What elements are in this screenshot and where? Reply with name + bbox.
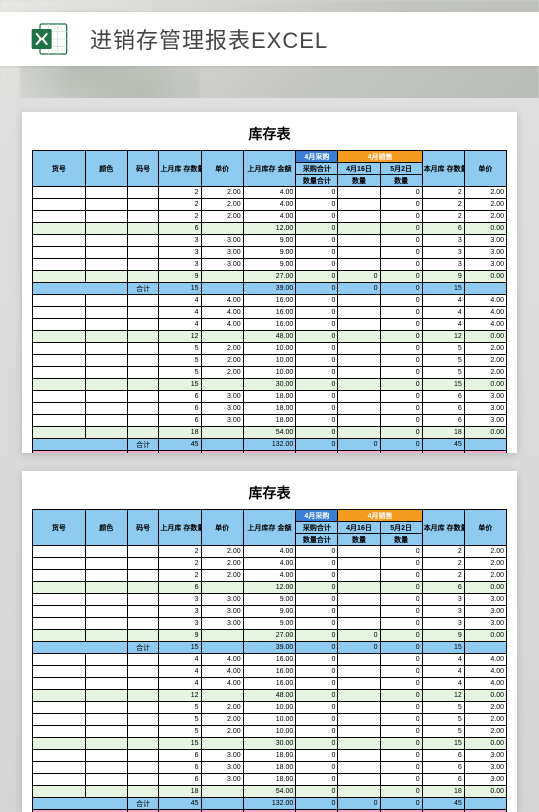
subtotal-row: 合计 1539.00 000 15 [33,283,507,295]
table-row: 52.0010.00 00 52.00 [33,726,507,738]
col-sale-month: 4月销售 [338,510,422,522]
table-row: 612.00 00 60.00 [33,223,507,235]
table-row: 44.0016.00 00 44.00 [33,654,507,666]
table-row: 22.004.00 00 22.00 [33,187,507,199]
col-sub-qty-2: 数量 [380,534,422,546]
col-price: 单价 [201,510,243,546]
table-row: 63.0018.00 00 63.00 [33,415,507,427]
col-yanse: 颜色 [85,151,127,187]
table-row: 52.0010.00 00 52.00 [33,355,507,367]
sheet-title: 库存表 [32,120,507,150]
table-row: 63.0018.00 00 63.00 [33,403,507,415]
col-sub-qty-2: 数量 [380,175,422,187]
col-mahao: 码号 [127,510,159,546]
table-row: 927.00 000 90.00 [33,630,507,642]
table-row: 1530.00 00 150.00 [33,738,507,750]
subtotal-row: 合计 1539.00 000 15 [33,642,507,654]
table-row: 44.0016.00 00 44.00 [33,666,507,678]
page-title: 进销存管理报表EXCEL [90,23,328,55]
table-row: 33.009.00 00 33.00 [33,247,507,259]
inventory-table: 货号 颜色 码号 上月库 存数量 单价 上月库存 金额 4月采购 4月销售 本月… [32,509,507,812]
table-row: 22.004.00 00 22.00 [33,558,507,570]
table-row: 1854.00 00 180.00 [33,427,507,439]
sheet-preview-2: 库存表 货号 颜色 码号 上月库 存数量 单价 上月库存 金额 4月采购 4月销… [22,471,517,812]
col-sub-qty-1: 数量 [338,534,380,546]
table-row: 44.0016.00 00 44.00 [33,319,507,331]
col-date2: 5月2日 [380,522,422,534]
col-sub-qty-1: 数量 [338,175,380,187]
table-row: 1530.00 00 150.00 [33,379,507,391]
table-row: 63.0018.00 00 63.00 [33,762,507,774]
col-sale-month: 4月销售 [338,151,422,163]
col-last-qty: 上月库 存数量 [159,151,201,187]
col-last-amt: 上月库存 金额 [243,510,296,546]
table-row: 927.00 000 90.00 [33,271,507,283]
title-bar: 进销存管理报表EXCEL [0,12,539,66]
table-row: 63.0018.00 00 63.00 [33,774,507,786]
table-row: 52.0010.00 00 52.00 [33,702,507,714]
table-row: 44.0016.00 00 44.00 [33,295,507,307]
table-row: 33.009.00 00 33.00 [33,594,507,606]
table-row: 52.0010.00 00 52.00 [33,367,507,379]
table-row: 22.004.00 00 22.00 [33,570,507,582]
table-row: 1248.00 00 120.00 [33,690,507,702]
subtotal-row: 合计 45132.00 000 45 [33,439,507,451]
table-row: 63.0018.00 00 63.00 [33,750,507,762]
sheet-title: 库存表 [32,479,507,509]
table-row: 33.009.00 00 33.00 [33,235,507,247]
col-this-price: 单价 [464,151,506,187]
col-buy-month: 4月采购 [296,151,338,163]
col-buy-sum: 采购合计 [296,522,338,534]
col-last-qty: 上月库 存数量 [159,510,201,546]
col-buy-qty-sum: 数量合计 [296,534,338,546]
table-row: 1854.00 00 180.00 [33,786,507,798]
col-huohao: 货号 [33,151,86,187]
table-row: 612.00 00 60.00 [33,582,507,594]
table-row: 1248.00 00 120.00 [33,331,507,343]
table-row: 33.009.00 00 33.00 [33,259,507,271]
col-huohao: 货号 [33,510,86,546]
sheet-area: 库存表 货号 颜色 码号 上月库 存数量 单价 上月库存 金额 4月采购 4月销… [0,98,539,812]
table-row: 63.0018.00 00 63.00 [33,391,507,403]
table-row: 22.004.00 00 22.00 [33,211,507,223]
subtotal-row: 合计 45132.00 000 45 [33,798,507,810]
table-row: 22.004.00 00 22.00 [33,546,507,558]
inventory-table: 货号 颜色 码号 上月库 存数量 单价 上月库存 金额 4月采购 4月销售 本月… [32,150,507,453]
excel-icon [30,19,70,59]
subtotal-row: 总计 60171.00 000 60 [33,451,507,454]
col-buy-sum: 采购合计 [296,163,338,175]
col-buy-qty-sum: 数量合计 [296,175,338,187]
col-price: 单价 [201,151,243,187]
col-date1: 4月16日 [338,163,380,175]
col-this-qty: 本月库 存数量 [422,510,464,546]
table-row: 52.0010.00 00 52.00 [33,714,507,726]
table-row: 44.0016.00 00 44.00 [33,307,507,319]
table-row: 52.0010.00 00 52.00 [33,343,507,355]
table-row: 22.004.00 00 22.00 [33,199,507,211]
col-date1: 4月16日 [338,522,380,534]
col-this-price: 单价 [464,510,506,546]
sheet-preview-1: 库存表 货号 颜色 码号 上月库 存数量 单价 上月库存 金额 4月采购 4月销… [22,112,517,453]
col-this-qty: 本月库 存数量 [422,151,464,187]
col-date2: 5月2日 [380,163,422,175]
table-row: 33.009.00 00 33.00 [33,618,507,630]
col-last-amt: 上月库存 金额 [243,151,296,187]
table-row: 44.0016.00 00 44.00 [33,678,507,690]
col-buy-month: 4月采购 [296,510,338,522]
col-yanse: 颜色 [85,510,127,546]
col-mahao: 码号 [127,151,159,187]
table-row: 33.009.00 00 33.00 [33,606,507,618]
